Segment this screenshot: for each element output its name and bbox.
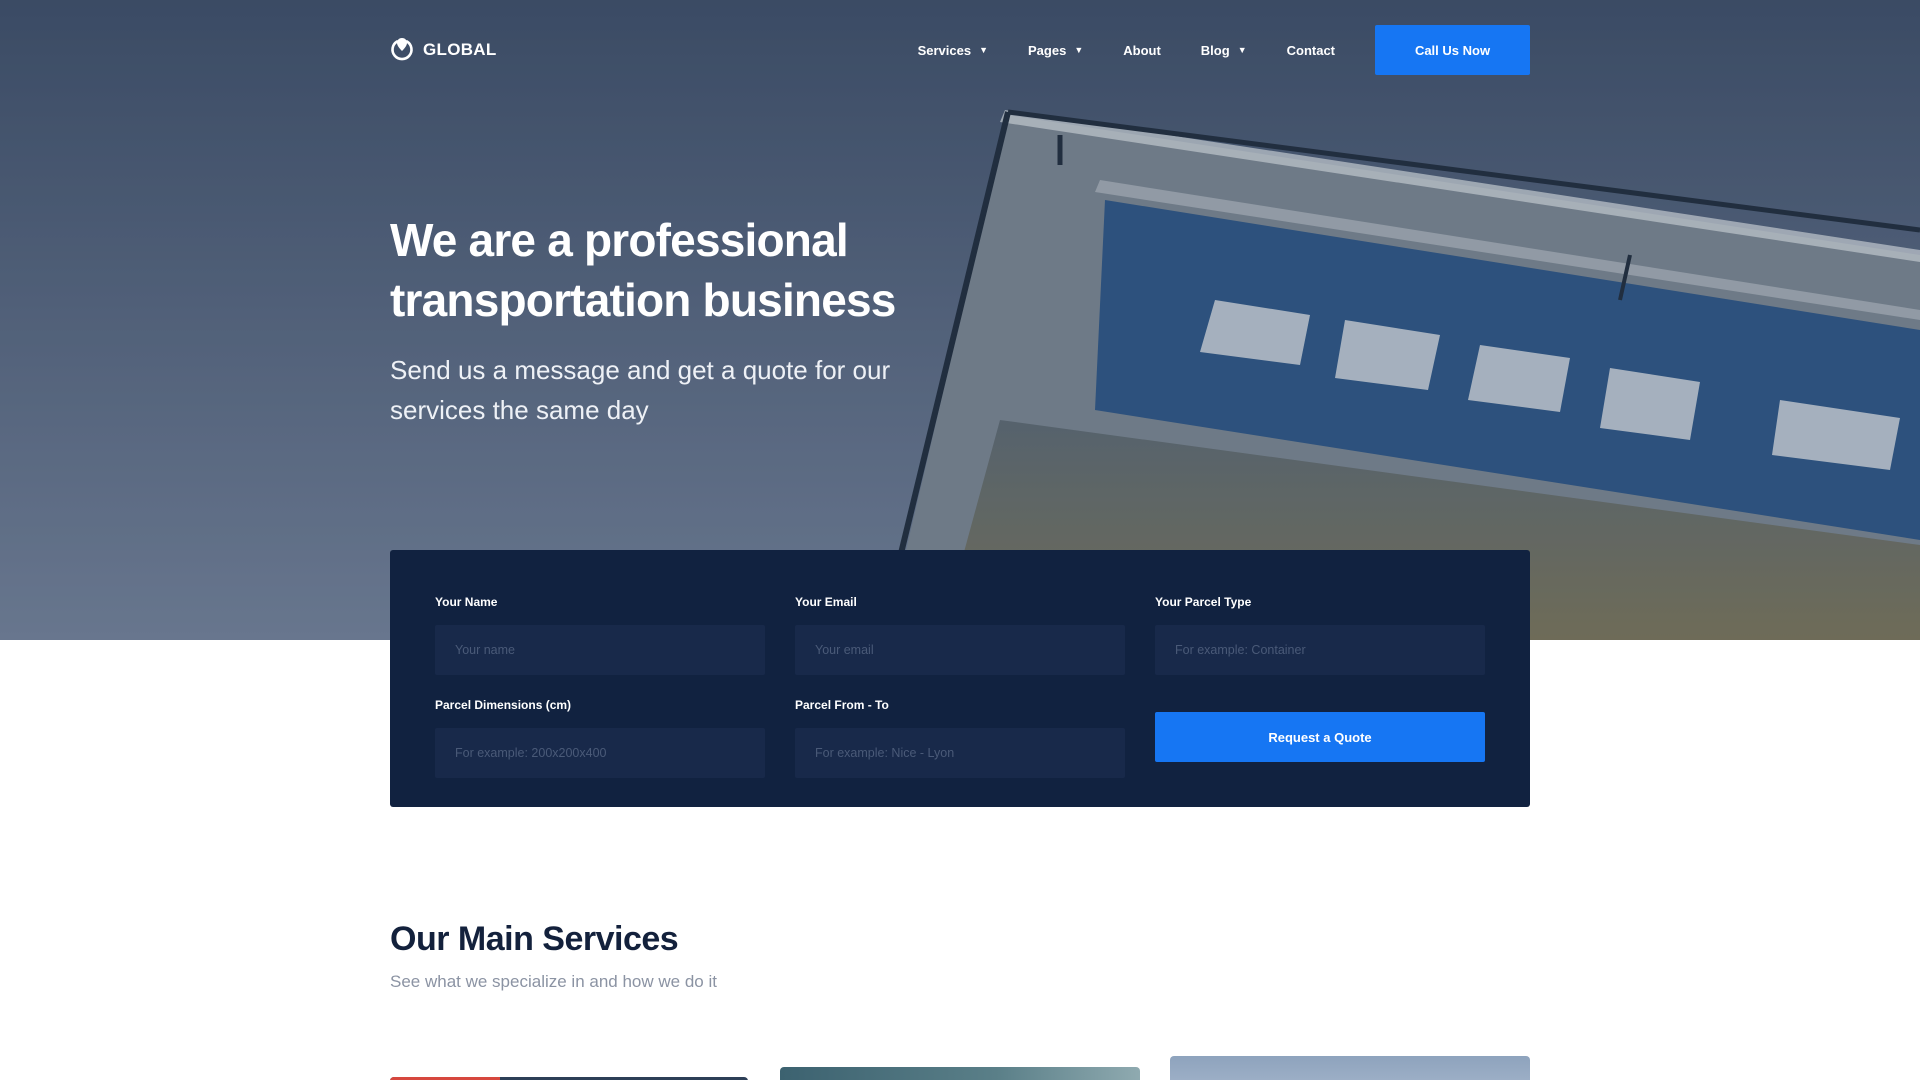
brand-name: GLOBAL xyxy=(423,40,497,59)
nav-item-contact[interactable]: Contact xyxy=(1287,43,1335,58)
nav-item-about[interactable]: About xyxy=(1123,43,1161,58)
parcel-route-input[interactable] xyxy=(795,728,1125,778)
field-label: Your Name xyxy=(435,595,498,609)
service-card-image[interactable] xyxy=(1170,1056,1530,1080)
location-pin-icon xyxy=(391,38,413,61)
parcel-route-field: Parcel From - To xyxy=(795,698,1125,778)
parcel-dimensions-input[interactable] xyxy=(435,728,765,778)
nav-item-label: Pages xyxy=(1028,42,1067,58)
nav-item-label: Contact xyxy=(1286,42,1335,58)
parcel-dimensions-field: Parcel Dimensions (cm) xyxy=(435,698,765,778)
field-label: Parcel From - To xyxy=(795,698,889,712)
service-card-image[interactable] xyxy=(780,1067,1140,1080)
nav-item-label: Blog xyxy=(1200,42,1230,58)
field-label: Your Parcel Type xyxy=(1155,595,1252,609)
call-us-now-button[interactable]: Call Us Now xyxy=(1375,25,1530,75)
name-input[interactable] xyxy=(435,625,765,675)
nav-item-pages[interactable]: Pages ▼ xyxy=(1028,43,1083,58)
nav-item-services[interactable]: Services ▼ xyxy=(918,43,988,58)
field-label: Your Email xyxy=(795,595,857,609)
nav-menu: Services ▼ Pages ▼ About Blog ▼ Contact xyxy=(918,25,1335,75)
hero-section: GLOBAL Services ▼ Pages ▼ About Blog ▼ C… xyxy=(0,0,1920,640)
hero-subtitle: Send us a message and get a quote for ou… xyxy=(390,355,891,425)
field-label: Parcel Dimensions (cm) xyxy=(435,698,572,712)
caret-down-icon: ▼ xyxy=(1237,45,1247,55)
hero-title: We are a professional transportation bus… xyxy=(390,214,896,326)
nav-item-label: About xyxy=(1123,42,1161,58)
request-quote-button[interactable]: Request a Quote xyxy=(1155,712,1485,762)
email-input[interactable] xyxy=(795,625,1125,675)
shipping-container-photo xyxy=(0,0,1920,640)
caret-down-icon: ▼ xyxy=(979,45,989,55)
caret-down-icon: ▼ xyxy=(1074,45,1084,55)
brand-logo[interactable]: GLOBAL xyxy=(390,37,497,63)
quote-request-form: Your Name Your Email Your Parcel Type Pa… xyxy=(390,550,1530,807)
parcel-type-field: Your Parcel Type xyxy=(1155,595,1485,675)
email-field: Your Email xyxy=(795,595,1125,675)
nav-item-blog[interactable]: Blog ▼ xyxy=(1201,43,1247,58)
services-subtitle: See what we specialize in and how we do … xyxy=(390,972,717,991)
main-navigation: GLOBAL Services ▼ Pages ▼ About Blog ▼ C… xyxy=(390,25,1530,75)
name-field: Your Name xyxy=(435,595,765,675)
services-heading: Our Main Services xyxy=(390,920,679,958)
nav-item-label: Services xyxy=(917,42,972,58)
parcel-type-input[interactable] xyxy=(1155,625,1485,675)
